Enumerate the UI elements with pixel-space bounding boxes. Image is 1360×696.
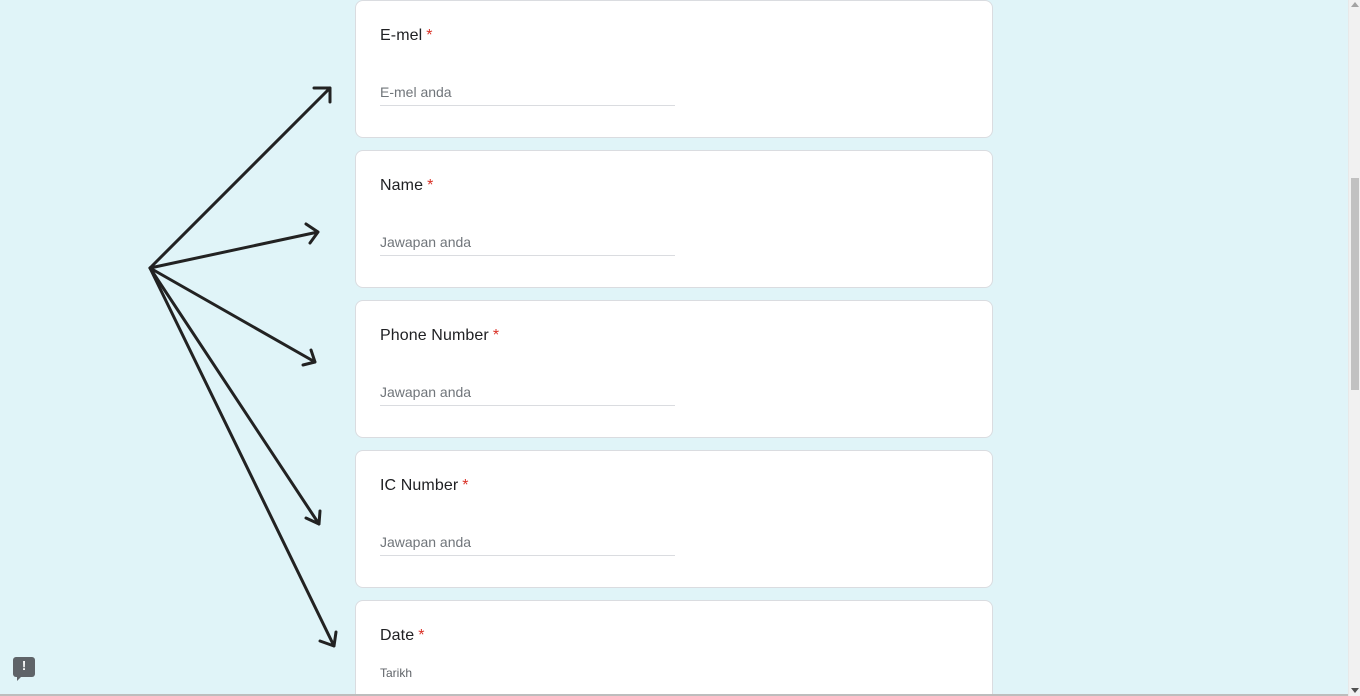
required-asterisk: *: [462, 477, 469, 494]
scroll-down-icon[interactable]: [1351, 688, 1359, 693]
arrow-to-name: [148, 222, 320, 270]
required-asterisk: *: [427, 177, 434, 194]
report-problem-icon[interactable]: !: [13, 657, 35, 681]
vertical-scrollbar[interactable]: [1348, 0, 1360, 696]
ic-number-input[interactable]: [380, 529, 675, 556]
date-sub-label: Tarikh: [380, 666, 413, 680]
question-title-date: Date *: [380, 627, 425, 645]
question-card-name: Name *: [355, 150, 993, 288]
question-title-name: Name *: [380, 177, 433, 195]
required-asterisk: *: [426, 27, 433, 44]
question-label: IC Number: [380, 477, 459, 494]
question-title-ic: IC Number *: [380, 477, 469, 495]
required-asterisk: *: [418, 627, 425, 644]
question-label: Name: [380, 177, 424, 194]
phone-input[interactable]: [380, 379, 675, 406]
question-card-date: Date * Tarikh: [355, 600, 993, 696]
question-card-phone: Phone Number *: [355, 300, 993, 438]
question-title-phone: Phone Number *: [380, 327, 499, 345]
name-input[interactable]: [380, 229, 675, 256]
arrow-to-date: [148, 266, 338, 648]
question-card-email: E-mel *: [355, 0, 993, 138]
email-input[interactable]: [380, 79, 675, 106]
scrollbar-thumb[interactable]: [1351, 178, 1359, 390]
arrow-to-ic: [148, 266, 322, 526]
scroll-up-icon[interactable]: [1351, 2, 1359, 7]
required-asterisk: *: [492, 327, 500, 344]
question-label: Date: [380, 627, 415, 644]
question-label: Phone Number: [380, 327, 489, 344]
arrow-to-phone: [148, 266, 317, 367]
form-page: E-mel* Name* Phone Number* IC Number* Da…: [0, 0, 1360, 696]
arrow-to-email: [148, 86, 332, 270]
question-title-email: E-mel *: [380, 27, 433, 45]
question-label: E-mel: [380, 27, 423, 44]
question-card-ic: IC Number *: [355, 450, 993, 588]
